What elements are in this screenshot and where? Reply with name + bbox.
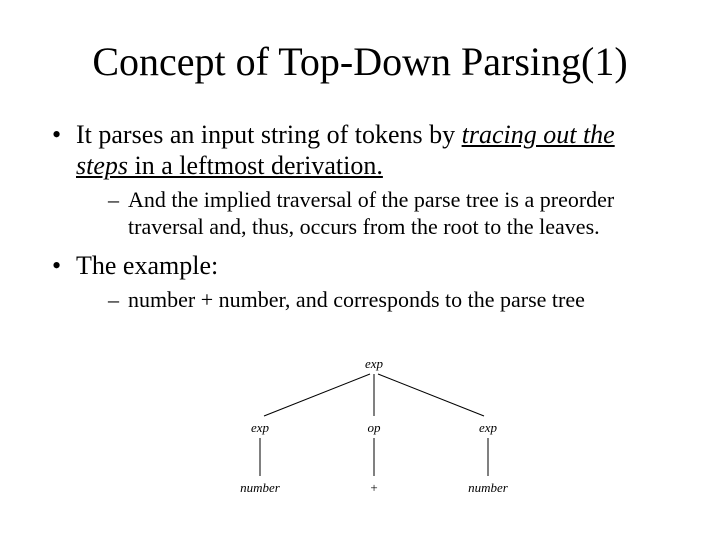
- bullet-1-post: in a leftmost derivation.: [128, 151, 383, 180]
- bullet-list: It parses an input string of tokens by t…: [48, 119, 672, 314]
- parse-tree-edges: [0, 350, 720, 530]
- bullet-2-text: The example:: [76, 251, 218, 280]
- tree-child-2: op: [368, 420, 381, 436]
- bullet-2: The example: number + number, and corres…: [48, 250, 672, 314]
- slide-title: Concept of Top-Down Parsing(1): [48, 38, 672, 85]
- tree-child-1: exp: [251, 420, 269, 436]
- tree-leaf-1: number: [240, 480, 280, 496]
- tree-root: exp: [365, 356, 383, 372]
- parse-tree: exp exp op exp number + number: [0, 350, 720, 530]
- tree-child-3: exp: [479, 420, 497, 436]
- bullet-1-pre: It parses an input string of tokens by: [76, 120, 462, 149]
- tree-leaf-3: number: [468, 480, 508, 496]
- bullet-2-sub: number + number, and corresponds to the …: [76, 287, 672, 313]
- tree-leaf-2: +: [370, 480, 377, 496]
- bullet-1-sublist: And the implied traversal of the parse t…: [76, 187, 672, 240]
- slide: Concept of Top-Down Parsing(1) It parses…: [0, 0, 720, 540]
- bullet-1: It parses an input string of tokens by t…: [48, 119, 672, 240]
- bullet-2-sublist: number + number, and corresponds to the …: [76, 287, 672, 313]
- bullet-1-sub: And the implied traversal of the parse t…: [76, 187, 672, 240]
